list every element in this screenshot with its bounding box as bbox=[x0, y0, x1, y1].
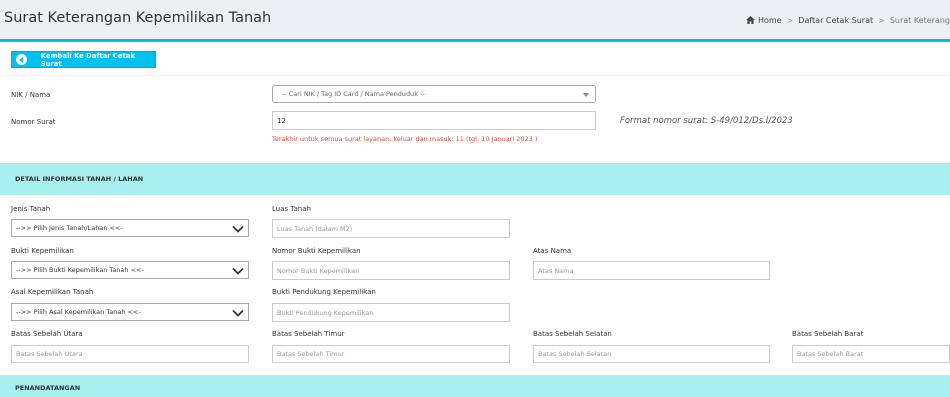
nik-label: NIK / Nama bbox=[11, 91, 51, 99]
bukti-pendukung-input[interactable]: Bukti Pendukung Kepemilikan bbox=[272, 303, 510, 322]
nik-select-text: -- Cari NIK / Tag ID Card / Nama Pendudu… bbox=[282, 90, 425, 98]
batas-barat-input[interactable]: Batas Sebelah Barat bbox=[792, 345, 950, 363]
batas-timur-label: Batas Sebelah Timur bbox=[272, 330, 345, 338]
atas-nama-input[interactable]: Atas Nama bbox=[533, 261, 770, 280]
breadcrumb-current: Surat Keterang bbox=[889, 16, 950, 25]
bukti-pendukung-label: Bukti Pendukung Kepemilikan bbox=[272, 288, 376, 296]
bukti-kepemilikan-label: Bukti Kepemilikan bbox=[11, 247, 74, 255]
asal-kepemilikan-select[interactable]: -->> Pilih Asal Kepemilikan Tanah <<- bbox=[11, 303, 249, 321]
back-button-label: Kembali Ke Daftar Cetak Surat bbox=[40, 51, 135, 68]
chevron-down-icon bbox=[232, 309, 244, 317]
jenis-tanah-value: -->> Pilih Jenis Tanah/Lahan <<- bbox=[16, 224, 123, 232]
form-box: Kembali Ke Daftar Cetak Surat NIK / Nama… bbox=[0, 39, 950, 397]
batas-selatan-label: Batas Sebelah Selatan bbox=[533, 330, 612, 338]
home-icon bbox=[746, 16, 755, 24]
breadcrumb-separator: > bbox=[878, 16, 885, 25]
bukti-kepemilikan-select[interactable]: -->> Pilih Bukti Kepemilikan Tanah <<- bbox=[11, 261, 249, 279]
batas-timur-input[interactable]: Batas Sebelah Timur bbox=[272, 345, 510, 363]
breadcrumb-home[interactable]: Home bbox=[758, 16, 782, 25]
nomor-bukti-input[interactable]: Nomor Bukti Kepemilikan bbox=[272, 261, 510, 280]
atas-nama-label: Atas Nama bbox=[533, 247, 572, 255]
caret-down-icon bbox=[583, 93, 589, 97]
nomor-surat-label: Nomor Surat bbox=[11, 118, 56, 126]
batas-barat-label: Batas Sebelah Barat bbox=[792, 330, 864, 338]
arrow-left-icon bbox=[16, 54, 27, 65]
nomor-bukti-label: Nomor Bukti Kepemilikan bbox=[272, 247, 361, 255]
breadcrumb-separator: > bbox=[786, 16, 794, 25]
nomor-surat-input[interactable]: 12 bbox=[272, 111, 596, 130]
asal-kepemilikan-value: -->> Pilih Asal Kepemilikan Tanah <<- bbox=[16, 308, 141, 316]
batas-selatan-input[interactable]: Batas Sebelah Selatan bbox=[533, 345, 770, 363]
format-nomor-text: Format nomor surat: S-49/012/Ds.I/2023 bbox=[620, 116, 793, 126]
luas-tanah-label: Luas Tanah bbox=[272, 205, 311, 213]
back-to-list-button[interactable]: Kembali Ke Daftar Cetak Surat bbox=[11, 51, 156, 68]
jenis-tanah-select[interactable]: -->> Pilih Jenis Tanah/Lahan <<- bbox=[11, 219, 249, 237]
bukti-kepemilikan-value: -->> Pilih Bukti Kepemilikan Tanah <<- bbox=[16, 266, 144, 274]
page-title: Surat Keterangan Kepemilikan Tanah bbox=[4, 10, 272, 26]
batas-utara-input[interactable]: Batas Sebelah Utara bbox=[11, 345, 249, 363]
divider bbox=[0, 75, 950, 76]
section-header-tanah: DETAIL INFORMASI TANAH / LAHAN bbox=[0, 163, 950, 195]
section-header-penandatangan: PENANDATANGAN bbox=[0, 375, 950, 397]
jenis-tanah-label: Jenis Tanah bbox=[11, 205, 51, 213]
asal-kepemilikan-label: Asal Kepemilikan Tanah bbox=[11, 288, 94, 296]
content-header: Surat Keterangan Kepemilikan Tanah Home >… bbox=[0, 0, 950, 40]
chevron-down-icon bbox=[232, 225, 244, 233]
batas-utara-label: Batas Sebelah Utara bbox=[11, 330, 83, 338]
nomor-surat-help: Terakhir untuk semua surat layanan, kelu… bbox=[272, 135, 538, 143]
luas-tanah-input[interactable]: Luas Tanah (dalam M2) bbox=[272, 219, 510, 238]
nik-search-select[interactable]: -- Cari NIK / Tag ID Card / Nama Pendudu… bbox=[272, 85, 596, 103]
breadcrumb-parent[interactable]: Daftar Cetak Surat bbox=[798, 16, 873, 25]
breadcrumb: Home > Daftar Cetak Surat > Surat Keterang bbox=[746, 16, 950, 25]
chevron-down-icon bbox=[232, 267, 244, 275]
